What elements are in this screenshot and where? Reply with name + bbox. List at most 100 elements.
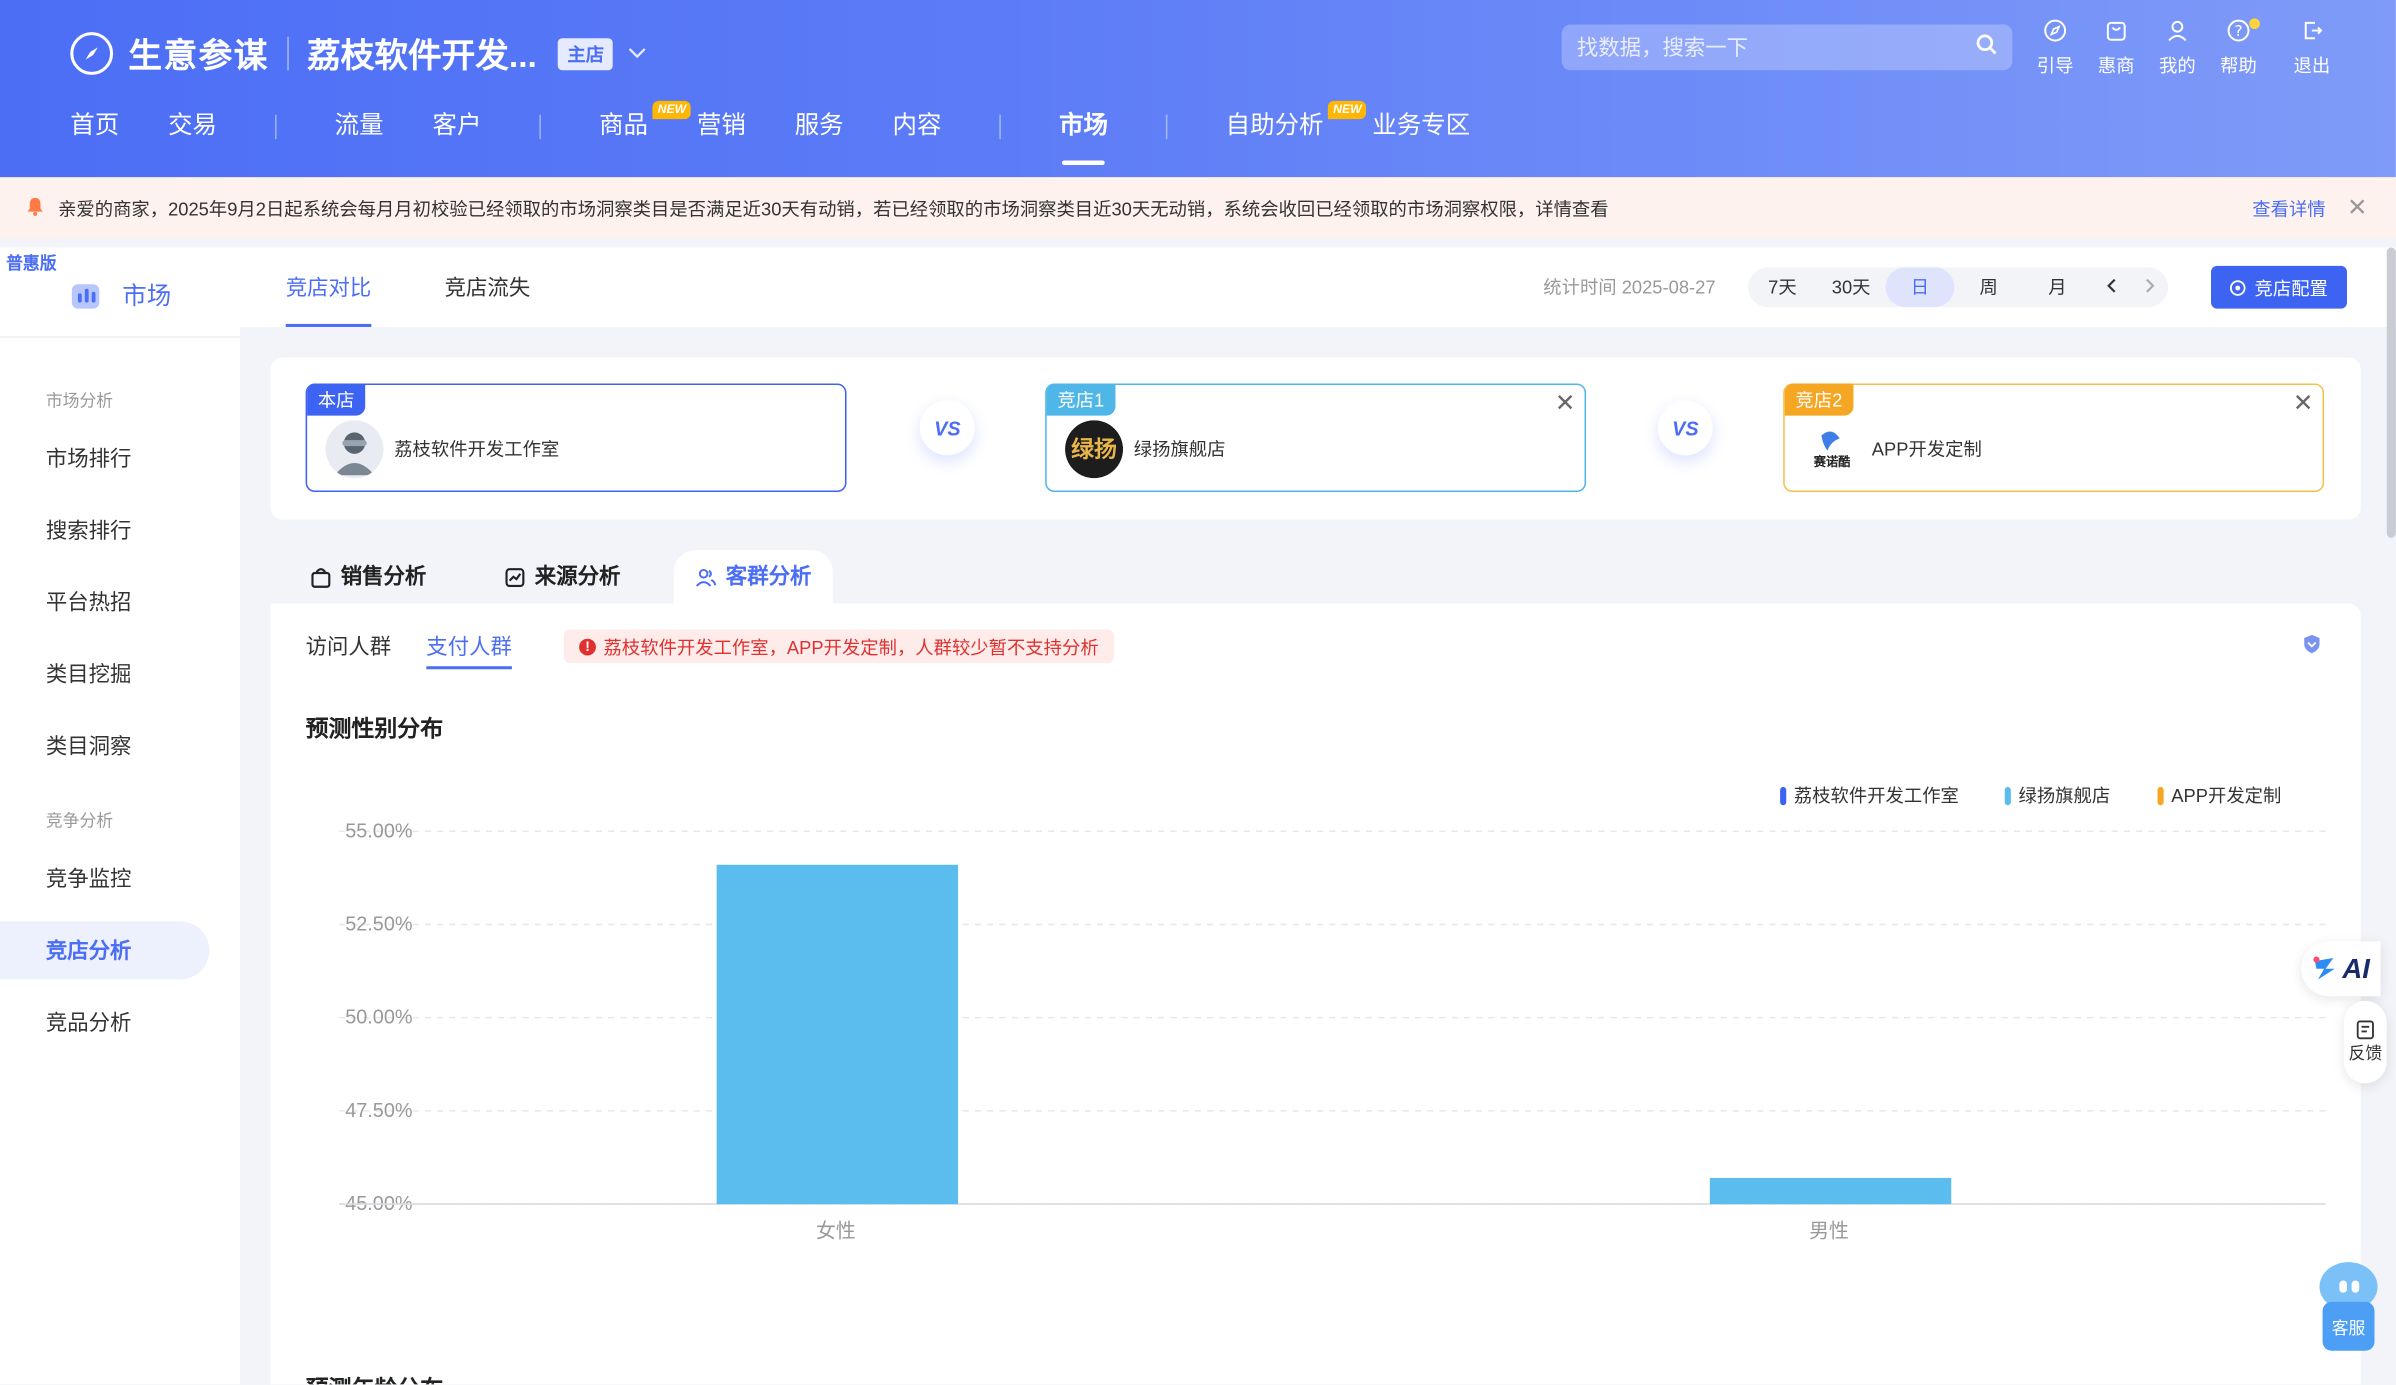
tab-shop-loss[interactable]: 竞店流失 <box>445 248 531 327</box>
period-7d[interactable]: 7天 <box>1748 267 1817 307</box>
close-icon[interactable]: ✕ <box>2293 388 2313 419</box>
sidebar-item-product-analysis[interactable]: 竞品分析 <box>0 993 209 1051</box>
shield-icon[interactable] <box>2303 634 2321 654</box>
guide-button[interactable]: 引导 <box>2025 15 2086 78</box>
period-week[interactable]: 周 <box>1954 267 2023 307</box>
sub-tab-payers[interactable]: 支付人群 <box>426 631 512 670</box>
nav-item-home[interactable]: 首页 <box>46 101 144 153</box>
x-tick-label: 男性 <box>1809 1221 1849 1243</box>
period-month[interactable]: 月 <box>2023 267 2092 307</box>
ai-label: AI <box>2342 952 2370 984</box>
sidebar-title-label: 市场 <box>122 284 172 311</box>
nav-divider <box>999 114 1002 140</box>
sidebar: 普惠版 市场 市场分析 市场排行 搜索排行 平台热招 类目挖掘 类目洞察 竞争分… <box>0 247 240 1385</box>
market-icon <box>71 284 100 309</box>
brand[interactable]: 生意参谋 荔枝软件开发... 主店 <box>70 28 647 80</box>
shop-tag: 竞店1 <box>1046 383 1115 416</box>
nav-item-service[interactable]: 服务 <box>770 101 868 153</box>
search-input[interactable] <box>1576 35 1976 60</box>
tool-label: 引导 <box>2036 55 2074 77</box>
ai-assistant-button[interactable]: AI <box>2301 941 2381 997</box>
sidebar-item-hot-recruit[interactable]: 平台热招 <box>0 573 209 631</box>
nav-item-traffic[interactable]: 流量 <box>310 101 408 153</box>
warning-message: ! 荔枝软件开发工作室，APP开发定制，人群较少暂不支持分析 <box>563 629 1114 664</box>
users-icon <box>696 568 717 586</box>
divider <box>287 36 289 71</box>
avatar: 赛诺酷 <box>1803 420 1862 479</box>
help-icon: ? <box>2226 15 2250 46</box>
svg-text:?: ? <box>2234 22 2242 40</box>
shop-badge: 主店 <box>558 37 614 70</box>
tab-customer-analysis[interactable]: 客群分析 <box>673 550 833 604</box>
y-tick-label: 50.00% <box>345 1007 412 1029</box>
close-icon[interactable]: ✕ <box>1555 388 1575 419</box>
shop-tag: 竞店2 <box>1784 383 1853 416</box>
feedback-button[interactable]: 反馈 <box>2343 1000 2387 1084</box>
customer-service-button[interactable]: 客服 <box>2313 1262 2383 1351</box>
tab-source-analysis[interactable]: 来源分析 <box>504 550 620 603</box>
tab-sales-analysis[interactable]: 销售分析 <box>310 550 426 603</box>
sidebar-item-competition-monitor[interactable]: 竞争监控 <box>0 850 209 908</box>
nav-item-marketing[interactable]: 营销 <box>672 101 770 153</box>
settings-icon <box>2230 279 2247 296</box>
tool-label: 退出 <box>2293 55 2331 77</box>
app-root: 生意参谋 荔枝软件开发... 主店 引导 惠商 <box>0 0 2396 1385</box>
compass-icon <box>2043 15 2067 46</box>
nav-label: 商品 <box>599 113 648 140</box>
own-shop-card[interactable]: 本店 荔枝软件开发工作室 <box>305 383 847 493</box>
notice-detail-link[interactable]: 查看详情 <box>2252 195 2325 221</box>
shop-name[interactable]: 荔枝软件开发... <box>307 29 537 78</box>
chevron-right-icon[interactable] <box>2130 267 2168 307</box>
feedback-label: 反馈 <box>2348 1045 2383 1064</box>
nav-item-content[interactable]: 内容 <box>868 101 966 153</box>
sidebar-item-category-insight[interactable]: 类目洞察 <box>0 717 209 775</box>
ai-icon <box>2313 956 2335 980</box>
page-scrollbar[interactable] <box>2386 247 2396 538</box>
logo-icon <box>70 32 114 75</box>
logout-button[interactable]: 退出 <box>2281 15 2342 78</box>
shop-config-button[interactable]: 竞店配置 <box>2211 265 2348 309</box>
bag-icon <box>2104 15 2128 46</box>
chevron-left-icon[interactable] <box>2092 267 2130 307</box>
period-day[interactable]: 日 <box>1885 267 1955 308</box>
sidebar-item-market-rank[interactable]: 市场排行 <box>0 429 209 487</box>
top-tools: 引导 惠商 我的 ? 帮助 退出 <box>2025 15 2343 78</box>
svg-text:赛诺酷: 赛诺酷 <box>1813 454 1851 469</box>
mine-button[interactable]: 我的 <box>2147 15 2208 78</box>
benefit-button[interactable]: 惠商 <box>2086 15 2147 78</box>
sidebar-item-category-mining[interactable]: 类目挖掘 <box>0 645 209 703</box>
trend-icon <box>505 567 525 587</box>
nav-item-self-analysis[interactable]: 自助分析 NEW <box>1201 100 1367 153</box>
avatar <box>325 420 384 479</box>
search-icon[interactable] <box>1976 33 1997 62</box>
shop-tag: 本店 <box>307 383 366 416</box>
competitor-shop-2-card[interactable]: 竞店2 赛诺酷 APP开发定制 ✕ <box>1783 383 2325 493</box>
nav-item-goods[interactable]: 商品 NEW <box>575 100 691 153</box>
nav-item-business[interactable]: 业务专区 <box>1348 101 1495 153</box>
nav-item-market[interactable]: 市场 <box>1035 101 1133 166</box>
sub-tab-visitors[interactable]: 访问人群 <box>306 631 392 662</box>
tool-label: 帮助 <box>2220 55 2257 77</box>
period-selector: 7天 30天 日 周 月 <box>1748 267 2169 308</box>
tool-label: 惠商 <box>2097 55 2135 77</box>
y-tick-label: 47.50% <box>345 1100 412 1122</box>
bell-icon <box>24 195 45 221</box>
robot-eye <box>2351 1280 2360 1293</box>
close-icon[interactable]: ✕ <box>2347 193 2367 224</box>
y-tick-label: 52.50% <box>345 914 412 936</box>
nav-divider <box>539 114 542 140</box>
period-30d[interactable]: 30天 <box>1817 267 1886 307</box>
tool-label: 我的 <box>2159 55 2196 77</box>
nav-item-trade[interactable]: 交易 <box>144 101 242 153</box>
sidebar-item-search-rank[interactable]: 搜索排行 <box>0 501 209 559</box>
user-icon <box>2165 15 2189 46</box>
competitor-shop-1-card[interactable]: 竞店1 绿扬 绿扬旗舰店 ✕ <box>1045 383 1587 493</box>
chevron-down-icon[interactable] <box>629 43 647 64</box>
help-button[interactable]: ? 帮助 <box>2208 15 2269 78</box>
customer-analysis-panel: 访问人群 支付人群 ! 荔枝软件开发工作室，APP开发定制，人群较少暂不支持分析… <box>270 603 2361 1385</box>
nav-item-customer[interactable]: 客户 <box>408 101 506 153</box>
tab-shop-compare[interactable]: 竞店对比 <box>285 248 372 327</box>
bar <box>1709 1177 1952 1205</box>
notification-dot <box>2249 18 2260 30</box>
sidebar-item-shop-analysis[interactable]: 竞店分析 <box>0 921 210 980</box>
